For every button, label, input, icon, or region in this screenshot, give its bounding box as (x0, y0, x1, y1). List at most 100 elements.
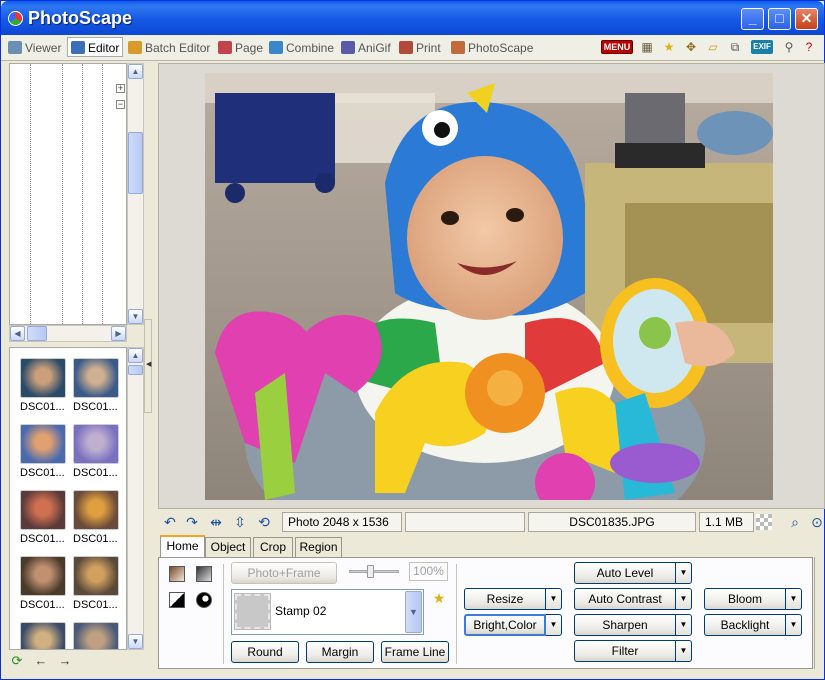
margin-button[interactable]: Margin (306, 641, 374, 663)
chevron-down-icon[interactable]: ▼ (676, 614, 692, 636)
tools-icon[interactable]: ✥ (683, 39, 699, 55)
image-canvas[interactable] (158, 63, 825, 509)
close-button[interactable]: ✕ (795, 8, 818, 30)
thumbnail-item[interactable]: DSC01... (20, 358, 68, 413)
tree-vscrollbar[interactable]: ▲ ▼ (127, 63, 144, 325)
filter-label[interactable]: Filter (574, 640, 676, 662)
tab-page[interactable]: Page (215, 38, 264, 58)
thumbnail-item[interactable]: DSC01... (73, 490, 121, 545)
thumbnail-item[interactable]: DSC01... (73, 556, 121, 611)
scroll-thumb[interactable] (128, 365, 143, 375)
chevron-down-icon[interactable]: ▼ (546, 588, 562, 610)
favorite-star-icon[interactable]: ★ (431, 590, 447, 606)
collapse-icon[interactable]: − (116, 100, 125, 109)
tab-print[interactable]: Print (396, 38, 446, 58)
rotate-left-icon[interactable]: ↶ (161, 513, 179, 531)
tab-home[interactable]: Home (160, 535, 205, 558)
scroll-down-icon[interactable]: ▼ (128, 634, 143, 649)
folder-tree[interactable]: + − (9, 63, 127, 326)
scroll-left-icon[interactable]: ◀ (10, 326, 25, 341)
thumbnail-image[interactable] (20, 424, 66, 464)
scroll-thumb[interactable] (128, 132, 143, 194)
rotate-right-icon[interactable]: ↷ (183, 513, 201, 531)
film-icon[interactable]: ▦ (639, 39, 655, 55)
thumbnail-image[interactable] (20, 556, 66, 596)
thumbnail-image[interactable] (73, 490, 119, 530)
frame-line-button[interactable]: Frame Line (381, 641, 449, 663)
chevron-down-icon[interactable]: ▼ (546, 614, 562, 636)
scroll-up-icon[interactable]: ▲ (128, 348, 143, 363)
auto-level-label[interactable]: Auto Level (574, 562, 676, 584)
thumbnail-image[interactable] (20, 490, 66, 530)
zoom-fit-icon[interactable]: ⊙ (808, 513, 825, 531)
thumbnail-image[interactable] (73, 622, 119, 649)
tab-anigif[interactable]: AniGif (338, 38, 394, 58)
chevron-down-icon[interactable]: ▼ (676, 562, 692, 584)
edited-photo[interactable] (205, 73, 773, 500)
help-icon[interactable]: ? (801, 39, 817, 55)
panel-splitter[interactable]: ◀ (144, 319, 152, 413)
tab-viewer[interactable]: Viewer (5, 38, 65, 58)
chevron-down-icon[interactable]: ▼ (676, 640, 692, 662)
photo-frame-button[interactable]: Photo+Frame (231, 562, 337, 584)
transparency-icon[interactable] (756, 514, 772, 530)
rotate-arbitrary-icon[interactable]: ⟲ (255, 513, 273, 531)
tab-crop[interactable]: Crop (253, 537, 293, 557)
thumbnail-image[interactable] (73, 556, 119, 596)
frame-percent[interactable]: 100% (409, 562, 448, 581)
hscroll-thumb[interactable] (27, 326, 47, 341)
scroll-right-icon[interactable]: ▶ (111, 326, 126, 341)
thumbnail-item[interactable]: DSC01... (20, 490, 68, 545)
star-icon[interactable]: ★ (661, 39, 677, 55)
round-button[interactable]: Round (231, 641, 299, 663)
chevron-down-icon[interactable]: ▼ (786, 588, 802, 610)
tab-object[interactable]: Object (205, 537, 251, 557)
refresh-icon[interactable]: ⟳ (9, 653, 25, 669)
scroll-down-icon[interactable]: ▼ (128, 309, 143, 324)
auto-contrast-label[interactable]: Auto Contrast (574, 588, 676, 610)
stamp-select[interactable]: Stamp 02 ▼ (231, 589, 424, 635)
forward-arrow-icon[interactable]: → (57, 653, 73, 669)
resize-label[interactable]: Resize (464, 588, 546, 610)
expand-icon[interactable]: + (116, 84, 125, 93)
zoom-icon[interactable]: ⌕ (786, 513, 804, 531)
wrench-icon[interactable]: ⚲ (781, 39, 797, 55)
thumbnail-item[interactable]: DSC01... (73, 358, 121, 413)
tree-hscrollbar[interactable]: ◀ ▶ (9, 325, 127, 342)
sharpen-label[interactable]: Sharpen (574, 614, 676, 636)
backlight-label[interactable]: Backlight (704, 614, 786, 636)
exif-button[interactable]: EXIF (751, 40, 773, 54)
tab-region[interactable]: Region (295, 537, 342, 557)
brown-frame-swatch[interactable] (169, 566, 185, 582)
gray-frame-swatch[interactable] (196, 566, 212, 582)
thumbnail-item[interactable]: DSC01... (73, 622, 121, 649)
maximize-button[interactable]: □ (768, 8, 791, 30)
thumbnail-item[interactable]: DSC01... (20, 622, 68, 649)
flip-horizontal-icon[interactable]: ⇹ (207, 513, 225, 531)
chevron-down-icon[interactable]: ▼ (786, 614, 802, 636)
minimize-button[interactable]: _ (741, 8, 764, 30)
tab-photoscape[interactable]: PhotoScape (448, 38, 533, 58)
tab-editor[interactable]: Editor (67, 37, 123, 57)
menu-button[interactable]: MENU (601, 40, 633, 54)
thumbnail-image[interactable] (73, 358, 119, 398)
thumbnail-image[interactable] (73, 424, 119, 464)
tab-combine[interactable]: Combine (266, 38, 336, 58)
bloom-label[interactable]: Bloom (704, 588, 786, 610)
back-arrow-icon[interactable]: ← (33, 653, 49, 669)
frame-slider[interactable] (349, 570, 399, 573)
chevron-down-icon[interactable]: ▼ (405, 591, 422, 633)
thumbs-vscrollbar[interactable]: ▲ ▼ (127, 347, 144, 650)
round-frame-swatch[interactable] (196, 592, 212, 608)
copy-icon[interactable]: ⧉ (727, 39, 743, 55)
thumbnail-item[interactable]: DSC01... (20, 556, 68, 611)
bw-frame-swatch[interactable] (169, 592, 185, 608)
folder-icon[interactable]: ▱ (705, 39, 721, 55)
thumbnail-item[interactable]: DSC01... (73, 424, 121, 479)
chevron-down-icon[interactable]: ▼ (676, 588, 692, 610)
thumbnail-item[interactable]: DSC01... (20, 424, 68, 479)
thumbnail-image[interactable] (20, 358, 66, 398)
scroll-up-icon[interactable]: ▲ (128, 64, 143, 79)
flip-vertical-icon[interactable]: ⇳ (231, 513, 249, 531)
frame-slider-knob[interactable] (367, 565, 374, 578)
